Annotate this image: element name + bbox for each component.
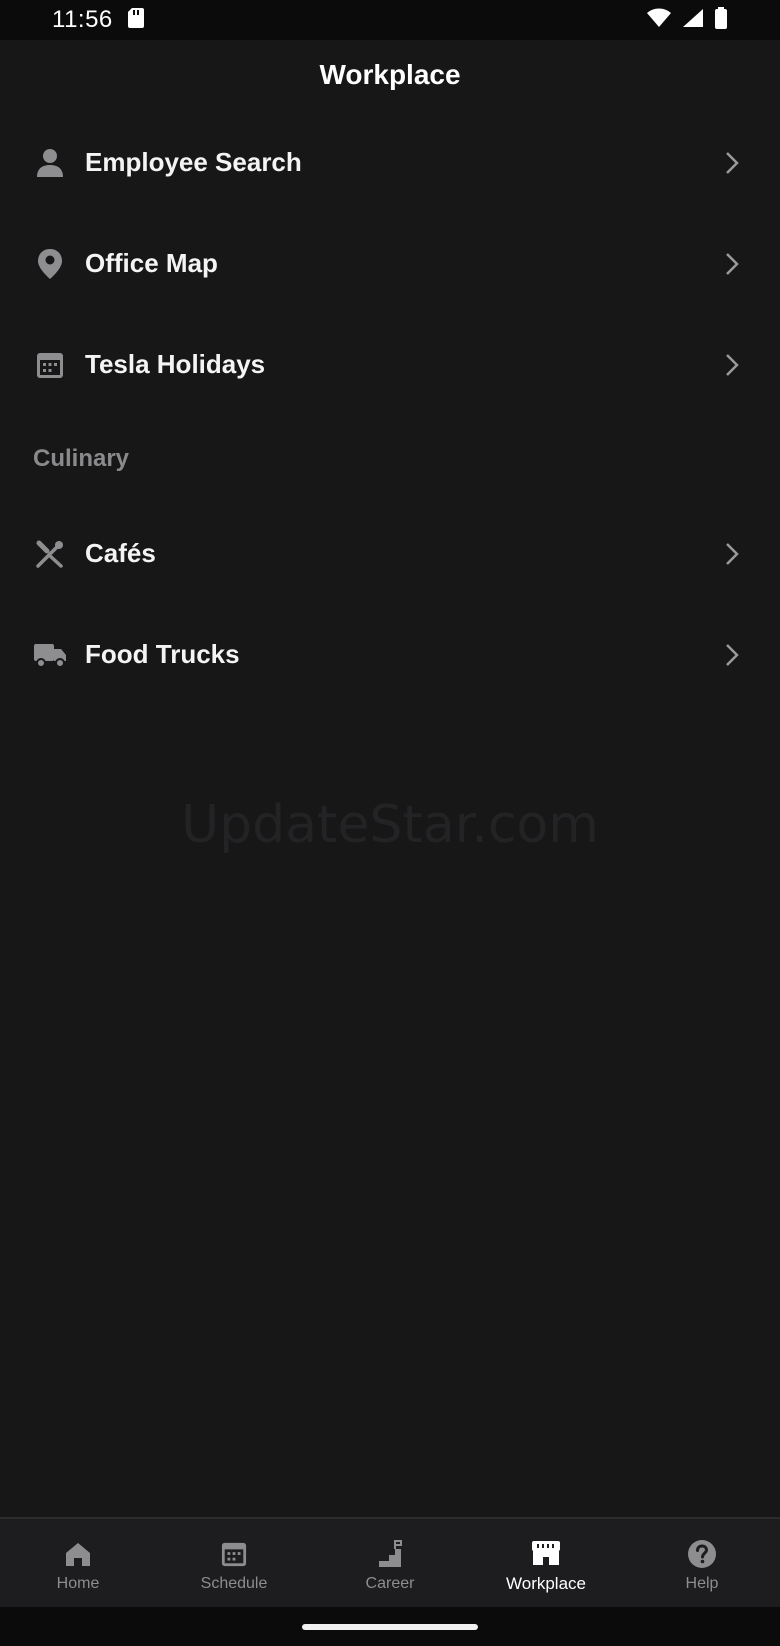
nav-label: Workplace — [506, 1574, 586, 1593]
menu-item-label: Employee Search — [85, 147, 302, 177]
chevron-right-icon — [722, 149, 742, 177]
help-circle-icon — [687, 1539, 717, 1569]
gesture-area — [0, 1607, 780, 1646]
menu-item-employee-search[interactable]: Employee Search — [0, 112, 780, 213]
section-label: Culinary — [33, 445, 130, 472]
status-bar: 11:56 — [0, 0, 780, 40]
menu-item-label: Food Trucks — [85, 639, 240, 669]
menu-item-food-trucks[interactable]: Food Trucks — [0, 604, 780, 705]
section-header-culinary: Culinary — [0, 415, 780, 503]
nav-label: Schedule — [200, 1575, 268, 1592]
menu-item-label: Office Map — [85, 248, 218, 278]
nav-item-workplace[interactable]: Workplace — [468, 1519, 624, 1607]
page-title: Workplace — [319, 59, 461, 90]
battery-icon — [714, 6, 728, 34]
chevron-right-icon — [722, 641, 742, 669]
signal-icon — [682, 8, 704, 33]
nav-item-home[interactable]: Home — [0, 1519, 156, 1607]
menu-item-cafes[interactable]: Cafés — [0, 503, 780, 604]
home-icon — [63, 1539, 93, 1569]
nav-label: Career — [365, 1575, 415, 1592]
header: Workplace — [0, 40, 780, 110]
menu-item-label: Cafés — [85, 538, 156, 568]
stairs-flag-icon — [375, 1539, 405, 1569]
chevron-right-icon — [722, 351, 742, 379]
nav-item-help[interactable]: Help — [624, 1519, 780, 1607]
menu-item-label: Tesla Holidays — [85, 349, 266, 379]
fork-knife-icon — [33, 537, 67, 571]
chevron-right-icon — [722, 250, 742, 278]
calendar-icon — [219, 1539, 249, 1569]
calendar-icon — [33, 348, 67, 382]
menu-item-tesla-holidays[interactable]: Tesla Holidays — [0, 314, 780, 415]
wifi-icon — [646, 8, 672, 33]
nav-label: Home — [56, 1575, 100, 1592]
bottom-nav: Home Schedule Career Workplace Help — [0, 1517, 780, 1607]
nav-item-schedule[interactable]: Schedule — [156, 1519, 312, 1607]
menu-list: Employee Search Office Map Tesla Holiday… — [0, 112, 780, 705]
nav-label: Help — [685, 1575, 719, 1592]
screen: 11:56 Workplace Employee Search Office M… — [0, 0, 780, 1646]
store-icon — [531, 1538, 561, 1568]
nav-item-career[interactable]: Career — [312, 1519, 468, 1607]
person-icon — [33, 146, 67, 180]
truck-icon — [33, 638, 67, 672]
menu-item-office-map[interactable]: Office Map — [0, 213, 780, 314]
home-gesture-bar[interactable] — [302, 1624, 478, 1630]
chevron-right-icon — [722, 540, 742, 568]
location-pin-icon — [33, 247, 67, 281]
sd-card-icon — [127, 7, 145, 34]
status-time: 11:56 — [52, 6, 113, 33]
watermark: UpdateStar.com — [181, 795, 599, 855]
